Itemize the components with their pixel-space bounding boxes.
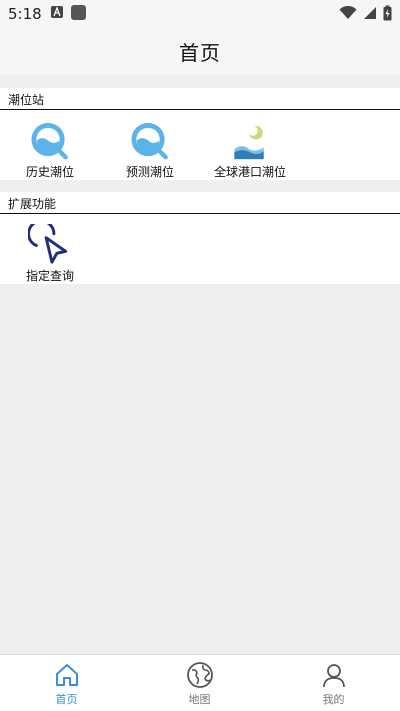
nav-label: 地图 [188,693,211,706]
user-icon [322,664,345,688]
tide-station-grid: 历史潮位 预测潮位 全球港口潮位 [0,110,400,180]
home-icon [55,664,78,686]
grid-item-custom-query[interactable]: 指定查询 [0,214,100,284]
nav-label: 首页 [55,693,78,706]
grid-item-global-port-tide[interactable]: 全球港口潮位 [200,110,300,180]
bottom-navigation: 首页 地图 我的 [0,654,400,711]
app-a-icon [51,6,63,18]
nav-item-home[interactable]: 首页 [0,655,133,711]
signal-icon [364,7,376,19]
grid-item-forecast-tide[interactable]: 预测潮位 [100,110,200,180]
wifi-icon [339,6,357,19]
pointer-click-icon [28,224,68,264]
page-title: 首页 [179,41,221,65]
battery-charging-icon [383,5,392,21]
extension-grid: 指定查询 [0,214,400,284]
grid-item-label: 全球港口潮位 [213,165,286,179]
grid-item-label: 预测潮位 [125,165,174,179]
section-title: 扩展功能 [8,197,57,211]
moon-tide-icon [234,125,264,160]
grid-item-label: 历史潮位 [25,165,74,179]
section-header-extensions: 扩展功能 [0,192,400,214]
section-header-tide-stations: 潮位站 [0,88,400,110]
grid-item-label: 指定查询 [25,269,74,283]
notification-square-icon [71,5,86,20]
status-bar: 5:18 [0,0,400,28]
nav-label: 我的 [322,693,345,706]
search-water-icon [131,122,168,160]
globe-icon [186,662,213,688]
header: 首页 [0,28,400,75]
nav-item-profile[interactable]: 我的 [267,655,400,711]
search-water-icon [31,122,68,160]
status-time: 5:18 [8,5,42,23]
section-title: 潮位站 [8,93,45,107]
nav-item-map[interactable]: 地图 [133,655,266,711]
grid-item-history-tide[interactable]: 历史潮位 [0,110,100,180]
